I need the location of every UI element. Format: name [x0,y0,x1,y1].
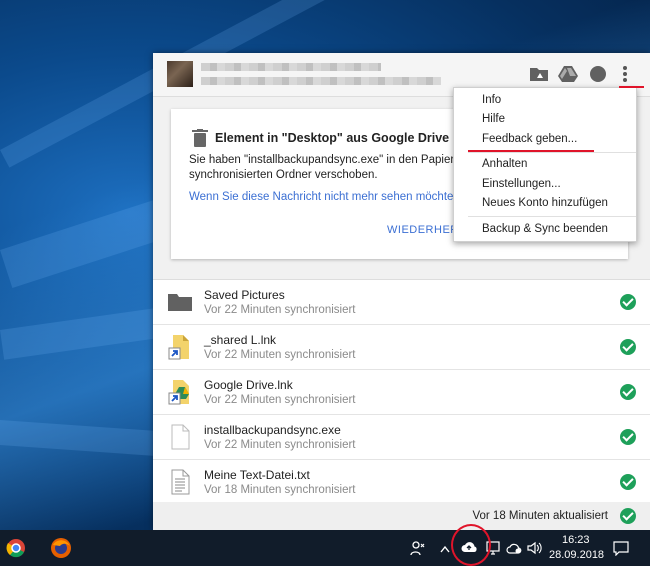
clock-time[interactable]: 16:23 [562,534,590,546]
folder-icon [167,289,193,315]
people-icon[interactable] [410,540,426,559]
annotation-underline-menu [619,86,644,88]
synced-check-icon [620,384,636,400]
synced-check-icon [620,339,636,355]
list-item[interactable]: Meine Text-Datei.txt Vor 18 Minuten sync… [153,460,650,505]
clock-date[interactable]: 28.09.2018 [549,549,604,561]
google-photos-icon[interactable] [587,64,609,84]
shortcut-file-icon [167,334,193,360]
annotation-circle-tray [451,524,491,566]
trash-icon [192,129,208,150]
overflow-menu: Info Hilfe Feedback geben... Anhalten Ei… [453,87,637,242]
menu-item-settings[interactable]: Einstellungen... [482,178,561,190]
notifications-icon[interactable] [613,540,629,559]
chevron-up-icon[interactable] [440,542,450,556]
file-name: installbackupandsync.exe [204,423,341,437]
dismiss-notice-link[interactable]: Wenn Sie diese Nachricht nicht mehr sehe… [189,191,473,203]
more-vert-icon[interactable] [620,64,630,84]
file-status: Vor 22 Minuten synchronisiert [204,394,356,406]
menu-divider [468,152,636,153]
menu-item-feedback[interactable]: Feedback geben... [482,133,577,145]
menu-item-info[interactable]: Info [482,94,501,106]
file-name: Meine Text-Datei.txt [204,468,310,482]
file-name: Google Drive.lnk [204,378,293,392]
synced-check-icon [620,429,636,445]
menu-divider [468,216,636,217]
synced-check-icon [620,474,636,490]
list-item[interactable]: Saved Pictures Vor 22 Minuten synchronis… [153,280,650,325]
menu-item-quit[interactable]: Backup & Sync beenden [482,223,608,235]
volume-icon[interactable] [527,541,543,558]
list-item[interactable]: Google Drive.lnk Vor 22 Minuten synchron… [153,370,650,415]
menu-item-add-account[interactable]: Neues Konto hinzufügen [482,197,608,209]
google-drive-icon[interactable] [557,64,579,84]
avatar[interactable] [167,61,193,87]
file-name: Saved Pictures [204,288,285,302]
file-list: Saved Pictures Vor 22 Minuten synchronis… [153,279,650,505]
blurred-account-name [201,63,381,71]
menu-item-pause[interactable]: Anhalten [482,158,527,170]
chrome-icon[interactable] [6,538,26,561]
drive-shortcut-icon [167,379,193,405]
file-status: Vor 18 Minuten synchronisiert [204,484,356,496]
blurred-account-email [201,77,441,85]
list-item[interactable]: _shared L.lnk Vor 22 Minuten synchronisi… [153,325,650,370]
text-file-icon [167,469,193,495]
panel-footer: Vor 18 Minuten aktualisiert [153,502,650,530]
synced-check-icon [620,508,636,524]
file-icon [167,424,193,450]
drive-folder-icon[interactable] [528,64,550,84]
file-name: _shared L.lnk [204,333,277,347]
annotation-underline-feedback [468,150,594,152]
taskbar: 16:23 28.09.2018 [0,530,650,566]
list-item[interactable]: installbackupandsync.exe Vor 22 Minuten … [153,415,650,460]
last-update-status: Vor 18 Minuten aktualisiert [472,510,608,522]
file-status: Vor 22 Minuten synchronisiert [204,304,356,316]
file-status: Vor 22 Minuten synchronisiert [204,349,356,361]
synced-check-icon [620,294,636,310]
menu-item-help[interactable]: Hilfe [482,113,505,125]
firefox-icon[interactable] [50,537,72,562]
network-icon[interactable] [506,541,522,558]
file-status: Vor 22 Minuten synchronisiert [204,439,356,451]
